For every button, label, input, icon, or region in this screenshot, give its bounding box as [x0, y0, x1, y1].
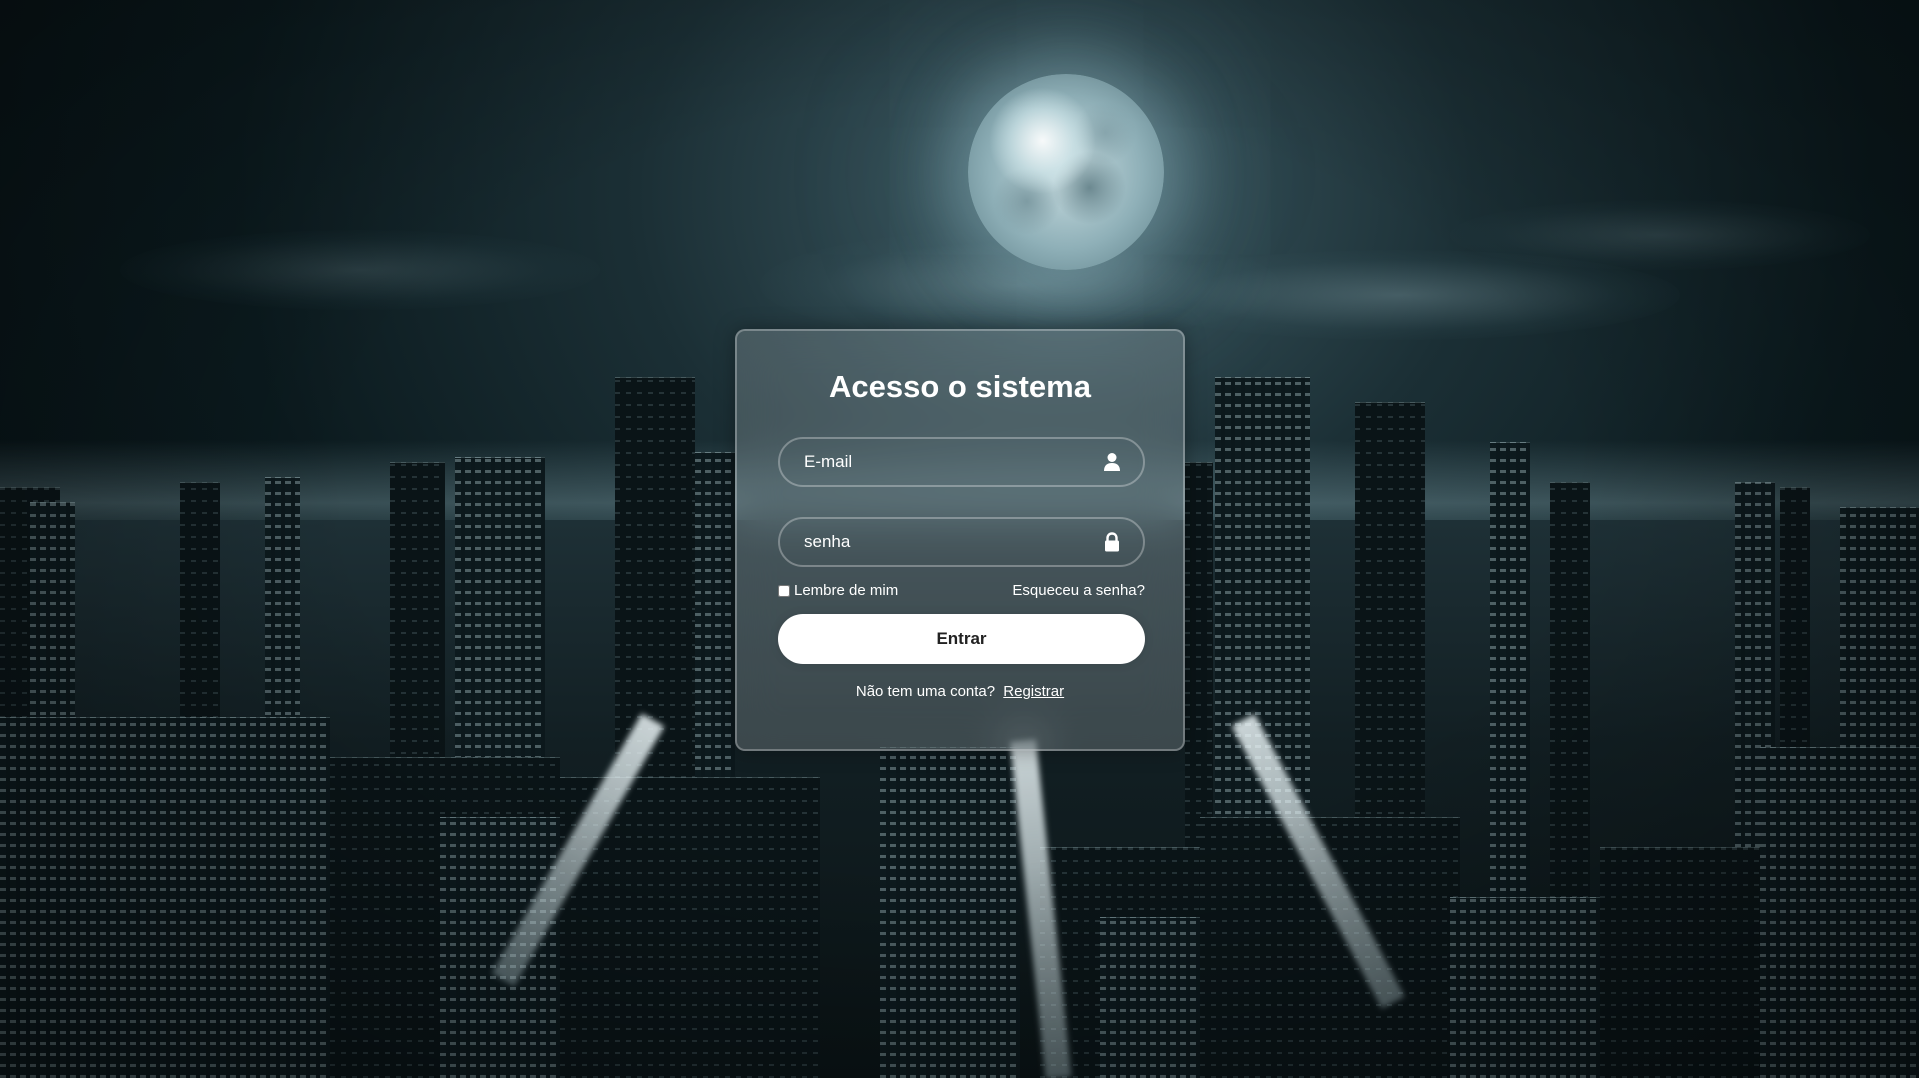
password-field-wrapper [778, 517, 1145, 567]
building [440, 817, 570, 1078]
login-options-row: Lembre de mim Esqueceu a senha? [778, 580, 1145, 602]
login-button[interactable]: Entrar [778, 614, 1145, 664]
login-card: Acesso o sistema Lembre de [735, 329, 1185, 751]
sky-cloud [120, 230, 600, 310]
password-input[interactable] [780, 519, 1143, 565]
email-field-wrapper [778, 437, 1145, 487]
lock-icon [1103, 532, 1121, 552]
sky-cloud [1450, 200, 1870, 270]
user-icon [1103, 452, 1121, 472]
login-title: Acesso o sistema [829, 369, 1091, 404]
building [0, 717, 330, 1078]
email-input[interactable] [780, 439, 1143, 485]
remember-me[interactable]: Lembre de mim [778, 582, 898, 599]
no-account-text: Não tem uma conta? [855, 683, 996, 700]
forgot-password-link[interactable]: Esqueceu a senha? [1012, 582, 1145, 599]
building [880, 747, 1020, 1078]
building [1760, 747, 1919, 1078]
register-link[interactable]: Registrar [1003, 683, 1064, 700]
moon [968, 74, 1164, 270]
register-row: Não tem uma conta? Registrar [737, 683, 1183, 700]
remember-me-label: Lembre de mim [794, 582, 899, 599]
background-scene: Acesso o sistema Lembre de [0, 0, 1919, 1078]
remember-me-checkbox[interactable] [778, 584, 790, 597]
